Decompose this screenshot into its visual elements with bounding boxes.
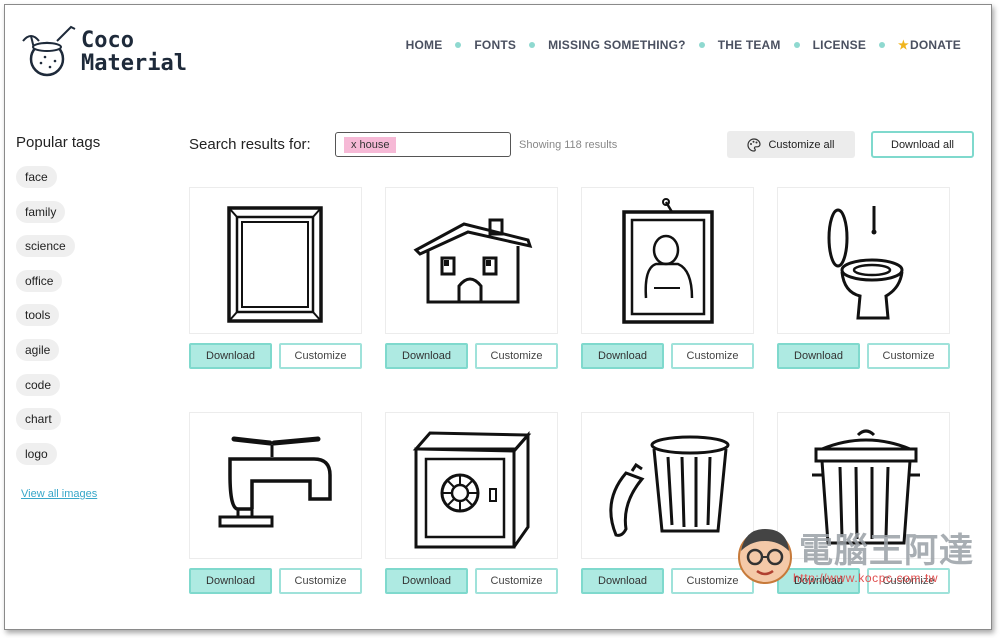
result-card: Download Customize [581,187,754,369]
coco-material-logo[interactable]: Coco Material [17,19,197,81]
download-button[interactable]: Download [189,568,272,594]
tag-code[interactable]: code [16,373,61,396]
nav-the-team[interactable]: THE TEAM [718,38,781,52]
result-card: Download Customize [385,412,558,594]
customize-all-label: Customize all [768,138,835,151]
nav-home[interactable]: HOME [406,38,443,52]
framed-portrait-icon [622,198,714,324]
nav-donate-label: DONATE [910,38,961,52]
customize-button[interactable]: Customize [671,343,754,369]
card-image[interactable] [385,412,558,559]
top-nav: HOME FONTS MISSING SOMETHING? THE TEAM L… [406,38,961,52]
customize-button[interactable]: Customize [671,568,754,594]
logo-wordmark: Coco Material [81,29,187,75]
card-image[interactable] [189,187,362,334]
card-image[interactable] [777,412,950,559]
popular-tags-title: Popular tags [16,134,101,151]
result-card: Download Customize [777,412,950,594]
tag-family[interactable]: family [16,200,66,223]
coconut-drink-icon [22,25,76,77]
card-image[interactable] [581,412,754,559]
card-image[interactable] [777,187,950,334]
safe-icon [412,431,532,549]
app-window: Coco Material HOME FONTS MISSING SOMETHI… [4,4,992,630]
card-image[interactable] [581,187,754,334]
palette-icon [747,137,762,152]
nav-separator [698,42,705,48]
search-tag-chip[interactable]: x house [344,137,396,153]
tag-tools[interactable]: tools [16,304,60,327]
nav-separator [879,42,886,48]
nav-license[interactable]: LICENSE [813,38,866,52]
download-button[interactable]: Download [385,568,468,594]
result-card: Download Customize [777,187,950,369]
download-button[interactable]: Download [777,568,860,594]
nav-separator [455,42,462,48]
tag-agile[interactable]: agile [16,338,60,361]
tag-office[interactable]: office [16,269,63,292]
customize-button[interactable]: Customize [279,568,362,594]
house-icon [413,218,533,304]
logo-line-2: Material [81,51,187,76]
star-icon: ★ [898,38,910,52]
result-count: Showing 118 results [519,139,618,151]
download-button[interactable]: Download [581,343,664,369]
download-all-button[interactable]: Download all [871,131,974,158]
customize-button[interactable]: Customize [475,343,558,369]
tag-science[interactable]: science [16,235,75,258]
customize-button[interactable]: Customize [279,343,362,369]
result-card: Download Customize [385,187,558,369]
nav-donate[interactable]: ★DONATE [898,38,961,52]
logo-line-1: Coco [81,28,134,53]
customize-button[interactable]: Customize [867,343,950,369]
tag-chart[interactable]: chart [16,408,61,431]
download-button[interactable]: Download [385,343,468,369]
card-image[interactable] [189,412,362,559]
nav-missing-something[interactable]: MISSING SOMETHING? [548,38,686,52]
result-card: Download Customize [189,412,362,594]
faucet-icon [218,436,332,528]
open-trash-can-icon [609,435,730,537]
result-card: Download Customize [189,187,362,369]
customize-all-button[interactable]: Customize all [727,131,855,158]
nav-fonts[interactable]: FONTS [474,38,516,52]
customize-button[interactable]: Customize [867,568,950,594]
tag-face[interactable]: face [16,166,57,188]
download-button[interactable]: Download [777,343,860,369]
card-image[interactable] [385,187,558,334]
search-input[interactable]: x house [335,132,511,157]
nav-separator [793,42,800,48]
picture-frame-icon [227,206,323,323]
search-results-label: Search results for: [189,136,311,153]
trash-can-icon [812,429,920,545]
download-button[interactable]: Download [581,568,664,594]
download-button[interactable]: Download [189,343,272,369]
view-all-images-link[interactable]: View all images [21,488,97,500]
tag-logo[interactable]: logo [16,442,57,465]
nav-separator [529,42,536,48]
tag-list: face family science office tools agile c… [16,166,75,477]
toilet-icon [827,206,904,320]
result-card: Download Customize [581,412,754,594]
customize-button[interactable]: Customize [475,568,558,594]
